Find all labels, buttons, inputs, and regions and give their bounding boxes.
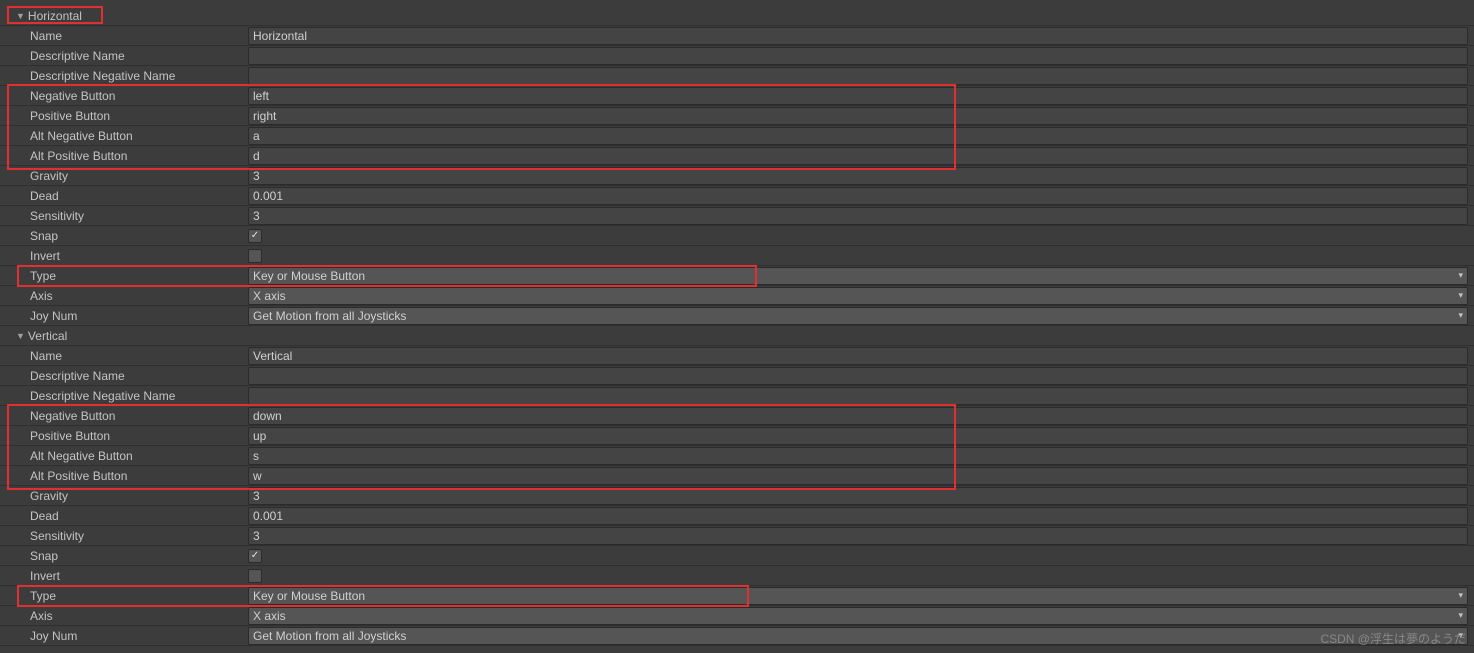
snap-checkbox[interactable]: ✓ — [248, 229, 262, 243]
alt-negative-button-input[interactable]: a — [248, 127, 1468, 145]
gravity-label: Gravity — [0, 486, 248, 505]
axis-label: Axis — [0, 606, 248, 625]
positive-button-input[interactable]: up — [248, 427, 1468, 445]
joy-num-dropdown[interactable]: Get Motion from all Joysticks — [248, 627, 1468, 645]
sensitivity-input[interactable]: 3 — [248, 207, 1468, 225]
expand-arrow-icon: ▼ — [16, 331, 25, 341]
name-input[interactable]: Horizontal — [248, 27, 1468, 45]
joy-num-label: Joy Num — [0, 626, 248, 645]
negative-button-input[interactable]: left — [248, 87, 1468, 105]
axis-header-label: Vertical — [28, 329, 67, 343]
descriptive-name-label: Descriptive Name — [0, 366, 248, 385]
type-label: Type — [0, 266, 248, 285]
invert-label: Invert — [0, 246, 248, 265]
invert-label: Invert — [0, 566, 248, 585]
axis-header[interactable]: ▼Horizontal — [0, 6, 248, 25]
axis-dropdown[interactable]: X axis — [248, 287, 1468, 305]
alt-negative-button-label: Alt Negative Button — [0, 446, 248, 465]
gravity-label: Gravity — [0, 166, 248, 185]
alt-negative-button-label: Alt Negative Button — [0, 126, 248, 145]
type-label: Type — [0, 586, 248, 605]
dead-input[interactable]: 0.001 — [248, 507, 1468, 525]
snap-checkbox[interactable]: ✓ — [248, 549, 262, 563]
positive-button-input[interactable]: right — [248, 107, 1468, 125]
descriptive-name-input[interactable] — [248, 47, 1468, 65]
negative-button-label: Negative Button — [0, 86, 248, 105]
name-input[interactable]: Vertical — [248, 347, 1468, 365]
descriptive-negative-name-input[interactable] — [248, 67, 1468, 85]
invert-checkbox[interactable] — [248, 249, 262, 263]
alt-positive-button-label: Alt Positive Button — [0, 466, 248, 485]
gravity-input[interactable]: 3 — [248, 487, 1468, 505]
positive-button-label: Positive Button — [0, 426, 248, 445]
alt-negative-button-input[interactable]: s — [248, 447, 1468, 465]
axis-header-label: Horizontal — [28, 9, 82, 23]
dead-input[interactable]: 0.001 — [248, 187, 1468, 205]
dead-label: Dead — [0, 506, 248, 525]
alt-positive-button-label: Alt Positive Button — [0, 146, 248, 165]
descriptive-negative-name-label: Descriptive Negative Name — [0, 386, 248, 405]
dead-label: Dead — [0, 186, 248, 205]
expand-arrow-icon: ▼ — [16, 11, 25, 21]
gravity-input[interactable]: 3 — [248, 167, 1468, 185]
axis-dropdown[interactable]: X axis — [248, 607, 1468, 625]
snap-label: Snap — [0, 226, 248, 245]
snap-label: Snap — [0, 546, 248, 565]
positive-button-label: Positive Button — [0, 106, 248, 125]
name-label: Name — [0, 346, 248, 365]
name-label: Name — [0, 26, 248, 45]
negative-button-input[interactable]: down — [248, 407, 1468, 425]
invert-checkbox[interactable] — [248, 569, 262, 583]
descriptive-negative-name-input[interactable] — [248, 387, 1468, 405]
alt-positive-button-input[interactable]: w — [248, 467, 1468, 485]
alt-positive-button-input[interactable]: d — [248, 147, 1468, 165]
axis-label: Axis — [0, 286, 248, 305]
type-dropdown[interactable]: Key or Mouse Button — [248, 267, 1468, 285]
type-dropdown[interactable]: Key or Mouse Button — [248, 587, 1468, 605]
joy-num-label: Joy Num — [0, 306, 248, 325]
joy-num-dropdown[interactable]: Get Motion from all Joysticks — [248, 307, 1468, 325]
sensitivity-input[interactable]: 3 — [248, 527, 1468, 545]
sensitivity-label: Sensitivity — [0, 526, 248, 545]
descriptive-negative-name-label: Descriptive Negative Name — [0, 66, 248, 85]
axis-header[interactable]: ▼Vertical — [0, 326, 248, 345]
negative-button-label: Negative Button — [0, 406, 248, 425]
sensitivity-label: Sensitivity — [0, 206, 248, 225]
descriptive-name-input[interactable] — [248, 367, 1468, 385]
descriptive-name-label: Descriptive Name — [0, 46, 248, 65]
